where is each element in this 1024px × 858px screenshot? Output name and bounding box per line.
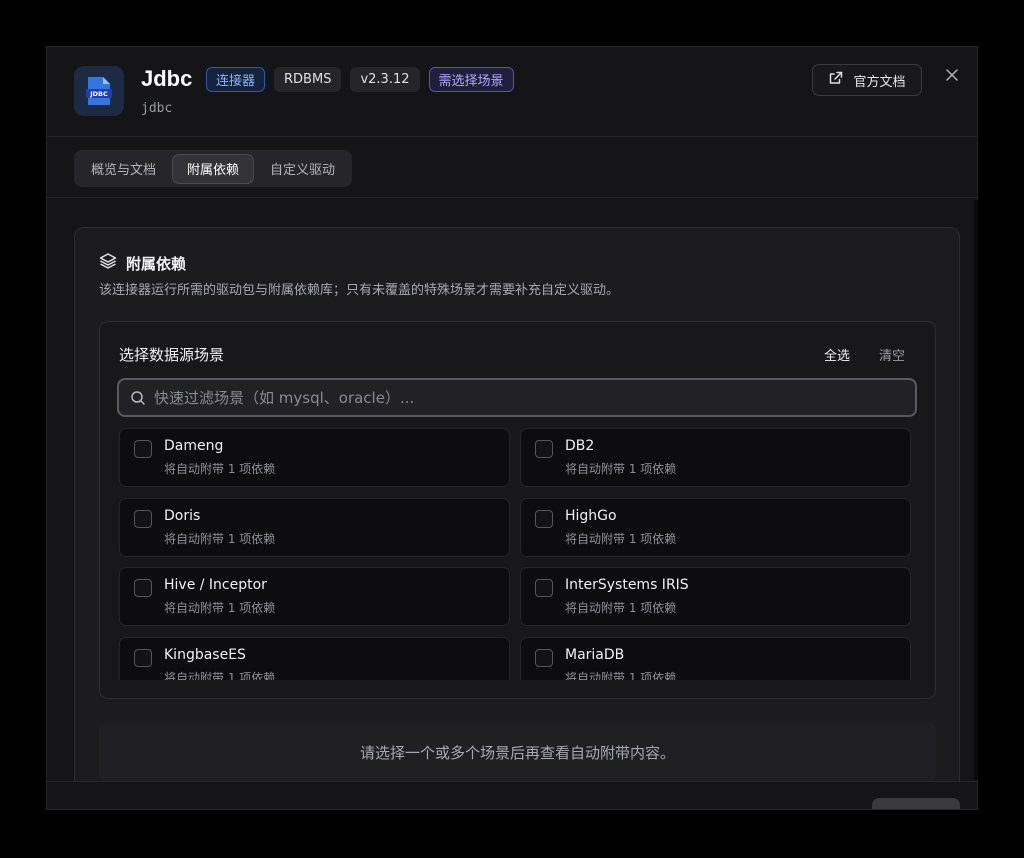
panel-heading: 附属依赖 [99,252,186,274]
scenario-card[interactable]: Doris 将自动附带 1 项依赖 [119,497,510,557]
scenario-name: MariaDB [565,646,625,663]
tab-bar: 概览与文档 附属依赖 自定义驱动 [47,138,977,198]
tab-group: 概览与文档 附属依赖 自定义驱动 [74,150,353,187]
scenario-name: KingbaseES [164,646,246,663]
scenario-name: Doris [164,507,201,524]
clear-button[interactable]: 清空 [879,345,905,364]
external-link-icon [828,70,844,90]
scenario-description: 将自动附带 1 项依赖 [565,531,677,546]
scenario-description: 将自动附带 1 项依赖 [164,601,276,615]
badge-2: v2.3.12 [350,67,420,92]
official-docs-label: 官方文档 [853,74,906,90]
scenario-card[interactable]: MariaDB 将自动附带 1 项依赖 [520,636,911,681]
scenario-checkbox[interactable] [134,579,152,597]
scenario-selector: 选择数据源场景 全选 清空 Dameng 将自动附带 1 项依赖 DB2 将自动附带 … [99,321,936,699]
badge-row: 连接器 RDBMS v2.3.12 需选择场景 [206,67,514,92]
scenario-name: HighGo [565,507,617,524]
scenario-card[interactable]: DB2 将自动附带 1 项依赖 [520,428,911,487]
scenario-checkbox[interactable] [535,509,553,528]
scenario-checkbox[interactable] [535,579,553,597]
badge-0: 连接器 [206,67,266,92]
select-all-button[interactable]: 全选 [824,345,850,364]
jdbc-logo-icon: JDBC [74,66,124,116]
tab-2[interactable]: 自定义驱动 [256,154,349,184]
dependencies-panel: 附属依赖 该连接器运行所需的驱动包与附属依赖库；只有未覆盖的特殊场景才需要补充自… [74,227,960,809]
scenario-search-box [117,378,917,417]
scenario-description: 将自动附带 1 项依赖 [565,601,677,615]
badge-1: RDBMS [274,67,342,92]
scenario-name: Dameng [164,438,224,454]
tab-1[interactable]: 附属依赖 [172,153,255,184]
scenario-card[interactable]: HighGo 将自动附带 1 项依赖 [520,497,911,557]
scenario-card[interactable]: InterSystems IRIS 将自动附带 1 项依赖 [520,567,911,626]
close-icon[interactable] [943,66,961,84]
badge-3: 需选择场景 [428,67,514,92]
scenario-card[interactable]: Hive / Inceptor 将自动附带 1 项依赖 [119,567,510,626]
tab-0[interactable]: 概览与文档 [77,154,170,184]
selector-title: 选择数据源场景 [119,346,225,364]
empty-state-message: 请选择一个或多个场景后再查看自动附带内容。 [99,722,936,782]
scenario-name: Hive / Inceptor [164,577,267,593]
modal-footer [47,781,977,809]
connector-detail-modal: JDBC Jdbc jdbc 连接器 RDBMS v2.3.12 需选择场景 官方文档… [46,46,978,810]
scenario-checkbox[interactable] [134,509,152,528]
scenario-checkbox[interactable] [134,440,152,458]
scenario-card[interactable]: KingbaseES 将自动附带 1 项依赖 [119,636,510,681]
connector-title: Jdbc [141,66,193,91]
connector-id: jdbc [141,101,173,116]
modal-header: JDBC Jdbc jdbc 连接器 RDBMS v2.3.12 需选择场景 官方文档 [47,47,977,137]
scenario-search-input[interactable] [146,380,915,415]
scenario-checkbox[interactable] [134,648,152,667]
official-docs-button[interactable]: 官方文档 [812,64,922,96]
panel-description: 该连接器运行所需的驱动包与附属依赖库；只有未覆盖的特殊场景才需要补充自定义驱动。 [99,283,620,298]
scenario-description: 将自动附带 1 项依赖 [164,462,276,476]
scenario-description: 将自动附带 1 项依赖 [565,670,677,681]
scenario-name: InterSystems IRIS [565,577,689,593]
svg-text:JDBC: JDBC [89,90,108,98]
scenario-grid: Dameng 将自动附带 1 项依赖 DB2 将自动附带 1 项依赖 Doris 将自动附… [119,428,913,680]
scenario-checkbox[interactable] [535,648,553,667]
scenario-card[interactable]: Dameng 将自动附带 1 项依赖 [119,428,510,487]
panel-title: 附属依赖 [126,254,187,273]
scenario-description: 将自动附带 1 项依赖 [164,531,276,546]
scenario-description: 将自动附带 1 项依赖 [164,670,276,681]
footer-primary-button[interactable] [872,798,960,809]
scenario-name: DB2 [565,438,595,454]
scenario-checkbox[interactable] [535,440,553,458]
search-icon [130,390,146,406]
scenario-description: 将自动附带 1 项依赖 [565,462,677,476]
layers-icon [99,252,117,274]
scrollbar-track[interactable] [974,200,978,780]
